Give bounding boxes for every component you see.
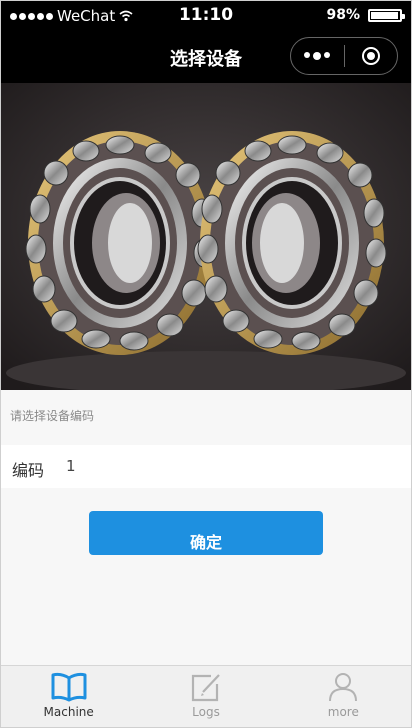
device-code-hint: 请选择设备编码	[10, 409, 95, 423]
edit-icon	[191, 674, 220, 702]
device-code-value[interactable]: 1	[66, 457, 76, 475]
tab-logs[interactable]: Logs	[137, 666, 274, 728]
target-icon	[361, 47, 380, 65]
tab-bar: Machine Logs more	[0, 665, 412, 728]
device-code-row[interactable]: 编码 1	[0, 445, 412, 488]
confirm-button[interactable]: 确定	[89, 511, 323, 555]
device-code-label: 编码	[12, 461, 45, 480]
navigation-bar: 选择设备	[0, 32, 412, 83]
more-options-icon[interactable]	[291, 52, 344, 60]
tab-machine[interactable]: Machine	[0, 666, 137, 728]
battery-group: 98%	[326, 7, 405, 23]
tab-machine-label: Machine	[43, 705, 94, 719]
mini-program-capsule	[290, 37, 398, 75]
book-icon	[51, 672, 87, 702]
tab-logs-label: Logs	[192, 705, 220, 719]
user-icon	[329, 673, 358, 702]
close-mini-program-button[interactable]	[344, 47, 397, 65]
bearing-banner-image	[0, 83, 412, 390]
battery-icon	[368, 8, 405, 22]
status-bar: WeChat 11:10 98%	[0, 0, 412, 32]
bearing-illustration	[0, 83, 412, 390]
battery-percent: 98%	[326, 7, 360, 23]
tab-more-label: more	[327, 705, 359, 719]
tab-more[interactable]: more	[275, 666, 412, 728]
